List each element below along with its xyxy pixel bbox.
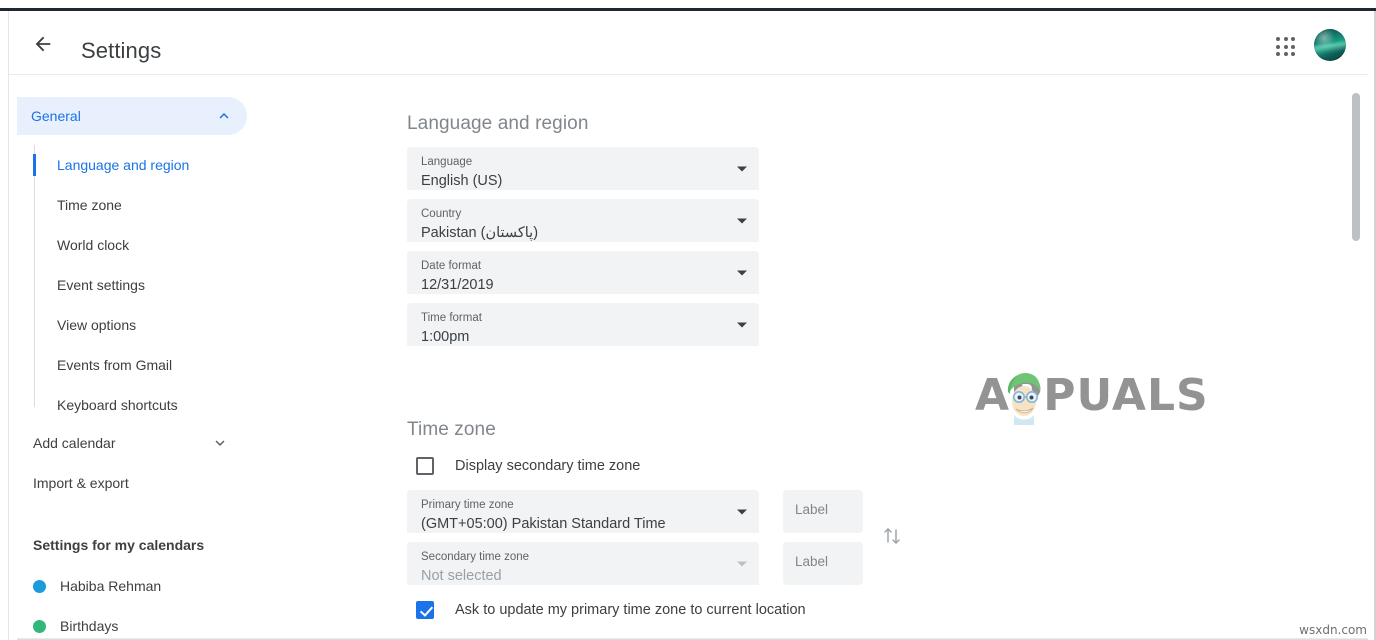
apps-grid-icon[interactable] — [1273, 34, 1299, 60]
date-format-dropdown-value: 12/31/2019 — [421, 277, 494, 293]
calendar-color-dot — [33, 619, 46, 633]
calendar-color-dot — [33, 579, 46, 593]
language-region-section-title: Language and region — [407, 113, 589, 134]
settings-main-content: Language and region Language English (US… — [399, 75, 1359, 640]
calendar-name: Birthdays — [60, 618, 119, 634]
date-format-dropdown-label: Date format — [421, 260, 482, 272]
sidebar-item-label: Import & export — [33, 475, 129, 491]
sidebar-item-label: Add calendar — [33, 435, 116, 451]
time-zone-section-title: Time zone — [407, 419, 496, 440]
calendar-name: Habiba Rehman — [60, 578, 162, 594]
chevron-down-icon — [737, 322, 747, 327]
sidebar-item-label: Events from Gmail — [57, 357, 173, 373]
primary-time-zone-label: Primary time zone — [421, 499, 514, 511]
sidebar-item-world-clock[interactable]: World clock — [9, 225, 399, 265]
swap-vertical-icon[interactable] — [881, 523, 903, 554]
account-avatar[interactable] — [1314, 29, 1346, 61]
country-dropdown-value: Pakistan (پاکستان) — [421, 225, 539, 241]
sidebar-section-general[interactable]: General — [17, 97, 247, 135]
settings-screen: Settings General Language and region Tim… — [0, 0, 1376, 640]
back-button[interactable] — [25, 26, 61, 62]
arrow-left-icon — [32, 33, 54, 55]
display-secondary-time-zone-checkbox[interactable] — [416, 457, 434, 475]
ask-update-time-zone-label: Ask to update my primary time zone to cu… — [455, 602, 806, 618]
settings-sidebar: General Language and region Time zone Wo… — [9, 75, 399, 640]
sidebar-item-label: View options — [57, 317, 137, 333]
sidebar-item-language-and-region[interactable]: Language and region — [9, 145, 399, 185]
sidebar-item-label: World clock — [57, 237, 130, 253]
country-dropdown[interactable]: Country Pakistan (پاکستان) — [407, 199, 759, 242]
primary-time-zone-value: (GMT+05:00) Pakistan Standard Time — [421, 516, 666, 532]
sidebar-item-time-zone[interactable]: Time zone — [9, 185, 399, 225]
app-header: Settings — [9, 11, 1368, 75]
vertical-scrollbar-track[interactable] — [1351, 75, 1365, 640]
sidebar-item-keyboard-shortcuts[interactable]: Keyboard shortcuts — [9, 385, 399, 425]
language-dropdown-value: English (US) — [421, 173, 503, 189]
sidebar-item-label: Language and region — [57, 157, 190, 173]
sidebar-item-view-options[interactable]: View options — [9, 305, 399, 345]
page-frame: Settings General Language and region Tim… — [8, 11, 1368, 640]
appuals-mascot-icon — [1007, 373, 1041, 425]
sidebar-item-event-settings[interactable]: Event settings — [9, 265, 399, 305]
page-title: Settings — [81, 38, 162, 63]
secondary-label-placeholder: Label — [795, 554, 829, 569]
display-secondary-time-zone-checkbox-row[interactable]: Display secondary time zone — [416, 457, 640, 475]
appuals-watermark: APPUALS — [975, 367, 1208, 425]
time-format-dropdown[interactable]: Time format 1:00pm — [407, 303, 759, 346]
sidebar-item-label: Keyboard shortcuts — [57, 397, 178, 413]
date-format-dropdown[interactable]: Date format 12/31/2019 — [407, 251, 759, 294]
time-format-dropdown-label: Time format — [421, 312, 482, 324]
primary-time-zone-label-input[interactable]: Label — [783, 490, 863, 533]
chevron-down-icon — [737, 561, 747, 566]
chevron-up-icon — [215, 107, 233, 125]
sidebar-subitems: Language and region Time zone World cloc… — [9, 145, 399, 425]
primary-time-zone-dropdown[interactable]: Primary time zone (GMT+05:00) Pakistan S… — [407, 490, 759, 533]
sidebar-item-import-export[interactable]: Import & export — [9, 465, 259, 501]
language-dropdown-label: Language — [421, 156, 473, 168]
chevron-down-icon — [737, 270, 747, 275]
sidebar-section-general-label: General — [31, 108, 81, 124]
secondary-time-zone-label-input[interactable]: Label — [783, 542, 863, 585]
country-dropdown-label: Country — [421, 208, 462, 220]
sidebar-item-add-calendar[interactable]: Add calendar — [9, 425, 259, 461]
sidebar-item-events-from-gmail[interactable]: Events from Gmail — [9, 345, 399, 385]
ask-update-time-zone-checkbox-row[interactable]: Ask to update my primary time zone to cu… — [416, 601, 806, 619]
sidebar-item-label: Event settings — [57, 277, 145, 293]
appuals-watermark-text: APPUALS — [975, 370, 1209, 421]
sidebar-item-label: Time zone — [57, 197, 122, 213]
secondary-time-zone-value: Not selected — [421, 568, 502, 584]
ask-update-time-zone-checkbox[interactable] — [416, 601, 434, 619]
secondary-time-zone-label: Secondary time zone — [421, 551, 530, 563]
time-format-dropdown-value: 1:00pm — [421, 329, 470, 345]
chevron-down-icon — [737, 166, 747, 171]
chevron-down-icon — [737, 218, 747, 223]
display-secondary-time-zone-label: Display secondary time zone — [455, 458, 641, 474]
primary-label-placeholder: Label — [795, 502, 829, 517]
language-dropdown[interactable]: Language English (US) — [407, 147, 759, 190]
sidebar-calendars-heading: Settings for my calendars — [33, 537, 205, 553]
vertical-scrollbar-thumb[interactable] — [1352, 93, 1360, 241]
secondary-time-zone-dropdown[interactable]: Secondary time zone Not selected — [407, 542, 759, 585]
sidebar-calendar-habiba-rehman[interactable]: Habiba Rehman — [9, 569, 259, 603]
chevron-down-icon — [737, 509, 747, 514]
sidebar-calendar-birthdays[interactable]: Birthdays — [9, 609, 259, 640]
chevron-down-icon — [211, 434, 229, 452]
